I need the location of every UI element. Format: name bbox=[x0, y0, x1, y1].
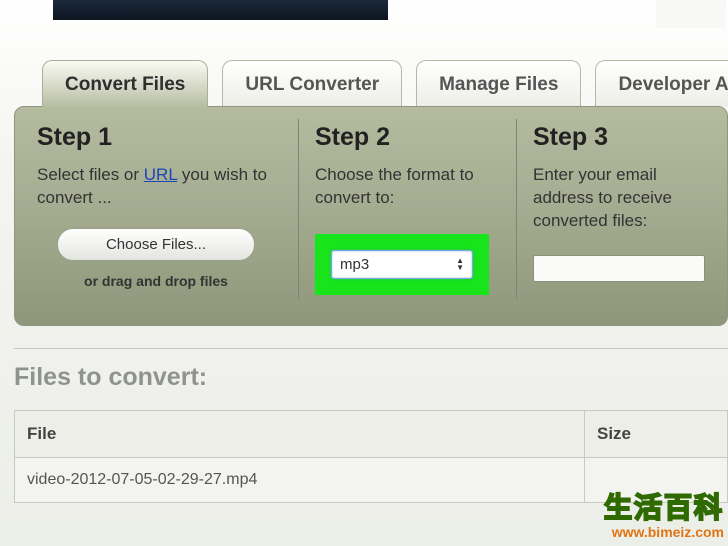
choose-files-button[interactable]: Choose Files... bbox=[57, 228, 255, 261]
tab-convert-files[interactable]: Convert Files bbox=[42, 60, 208, 107]
email-input[interactable] bbox=[533, 255, 705, 282]
url-link[interactable]: URL bbox=[144, 165, 177, 184]
step-2: Step 2 Choose the format to convert to: … bbox=[299, 119, 517, 299]
header-pale-block bbox=[656, 0, 726, 28]
drag-drop-text: or drag and drop files bbox=[57, 273, 255, 289]
table-header-size: Size bbox=[585, 410, 728, 457]
step-2-text: Choose the format to convert to: bbox=[315, 164, 500, 210]
main-container: Convert Files URL Converter Manage Files… bbox=[14, 60, 728, 503]
files-table: File Size video-2012-07-05-02-29-27.mp4 bbox=[14, 410, 728, 503]
select-arrows-icon: ▲▼ bbox=[456, 257, 464, 271]
table-cell-size bbox=[585, 457, 728, 502]
tab-manage-files[interactable]: Manage Files bbox=[416, 60, 581, 107]
step-3-heading: Step 3 bbox=[533, 123, 721, 152]
format-select-value: mp3 bbox=[340, 256, 369, 273]
step-1: Step 1 Select files or URL you wish to c… bbox=[21, 119, 299, 299]
tab-row: Convert Files URL Converter Manage Files… bbox=[14, 60, 728, 107]
table-header-file: File bbox=[15, 410, 585, 457]
tab-url-converter[interactable]: URL Converter bbox=[222, 60, 402, 107]
step-1-text-a: Select files or bbox=[37, 165, 144, 184]
table-header-row: File Size bbox=[15, 410, 728, 457]
table-cell-file: video-2012-07-05-02-29-27.mp4 bbox=[15, 457, 585, 502]
format-select[interactable]: mp3 ▲▼ bbox=[331, 250, 473, 279]
step-1-text: Select files or URL you wish to convert … bbox=[37, 164, 282, 210]
tab-developer-api[interactable]: Developer API bbox=[595, 60, 728, 107]
step-2-heading: Step 2 bbox=[315, 123, 500, 152]
step-1-heading: Step 1 bbox=[37, 123, 282, 152]
files-to-convert-heading: Files to convert: bbox=[14, 363, 728, 392]
divider bbox=[14, 348, 728, 349]
table-row[interactable]: video-2012-07-05-02-29-27.mp4 bbox=[15, 457, 728, 502]
watermark-url: www.bimeiz.com bbox=[604, 524, 724, 540]
steps-panel: Step 1 Select files or URL you wish to c… bbox=[14, 106, 728, 326]
step-3: Step 3 Enter your email address to recei… bbox=[517, 119, 728, 299]
format-highlight: mp3 ▲▼ bbox=[315, 234, 489, 295]
header-dark-strip bbox=[53, 0, 388, 20]
step-3-text: Enter your email address to receive conv… bbox=[533, 164, 721, 233]
